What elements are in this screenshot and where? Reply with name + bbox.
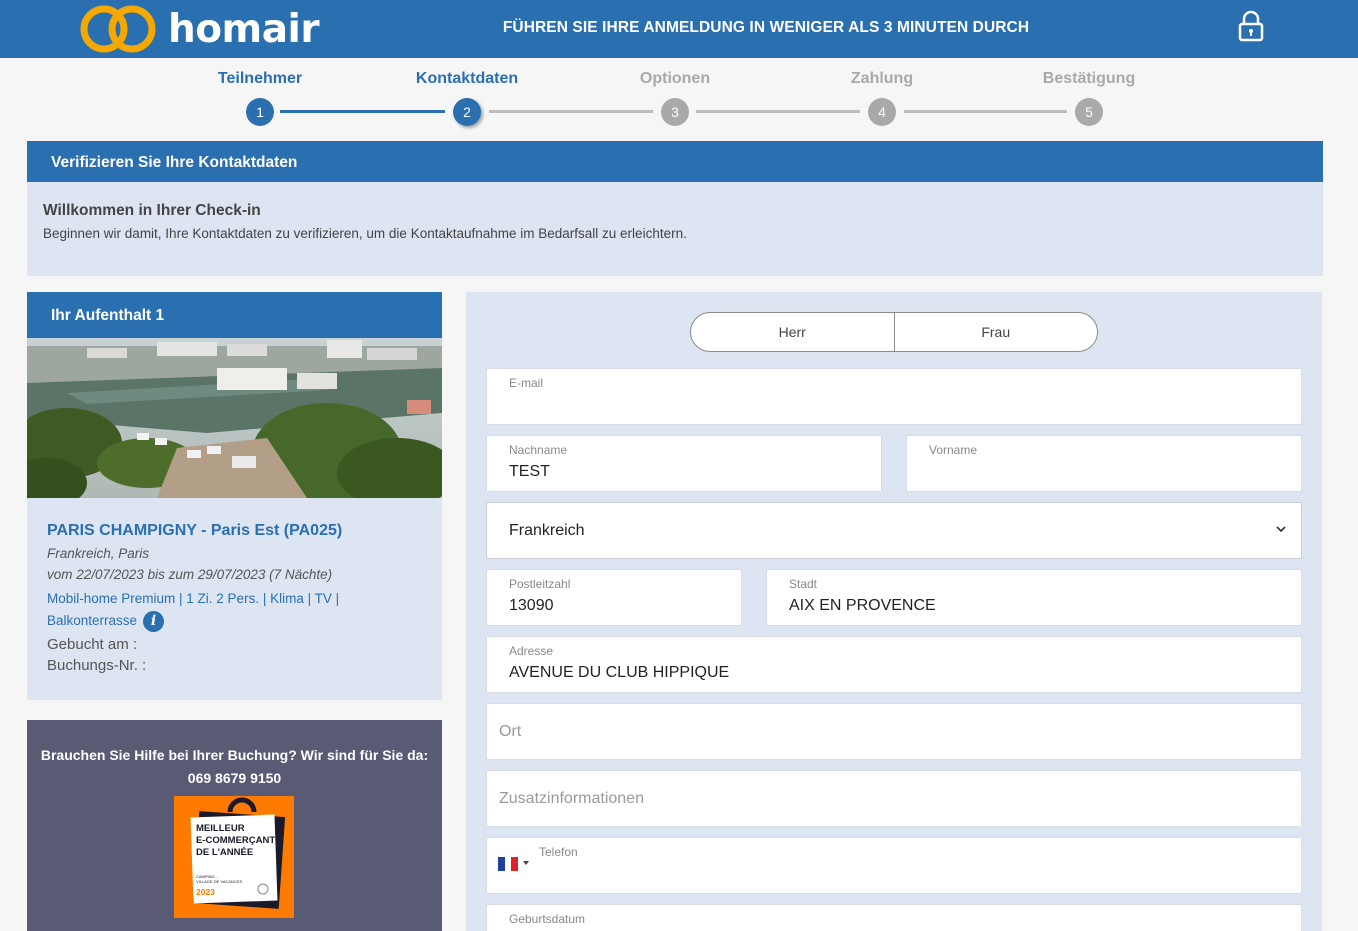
- email-field[interactable]: E-mail: [486, 368, 1302, 425]
- salutation-frau-option[interactable]: Frau: [893, 313, 1098, 351]
- badge-year: 2023: [196, 887, 215, 897]
- award-badge: MEILLEUR E-COMMERÇANT DE L'ANNÉE CAMPING…: [174, 796, 294, 918]
- phone-label: Telefon: [539, 845, 578, 859]
- step-connector: [489, 110, 653, 113]
- info-icon[interactable]: i: [143, 610, 165, 632]
- postcode-value: 13090: [509, 597, 554, 614]
- step-connector: [696, 110, 860, 113]
- salutation-herr-option[interactable]: Herr: [691, 313, 894, 351]
- place-field[interactable]: Ort: [486, 703, 1302, 760]
- step-circle-4: 4: [868, 98, 896, 126]
- city-label: Stadt: [789, 577, 818, 591]
- help-text: Brauchen Sie Hilfe bei Ihrer Buchung? Wi…: [40, 747, 429, 763]
- campsite-location: Frankreich, Paris: [47, 546, 150, 561]
- step-label-optionen: Optionen: [639, 70, 711, 87]
- booked-date-label: Gebucht am :: [47, 636, 138, 653]
- address-field[interactable]: Adresse AVENUE DU CLUB HIPPIQUE: [486, 636, 1302, 693]
- step-circle-3: 3: [661, 98, 689, 126]
- birthdate-label: Geburtsdatum: [509, 912, 586, 926]
- campsite-photo: [27, 338, 442, 498]
- lock-icon: [1238, 10, 1264, 42]
- homair-logo[interactable]: homair: [80, 3, 320, 55]
- brand-name: homair: [168, 6, 320, 52]
- france-flag-icon[interactable]: [498, 857, 519, 871]
- step-circle-2[interactable]: 2: [453, 98, 481, 126]
- accommodation-line: Mobil-home Premium | 1 Zi. 2 Pers. | Kli…: [47, 591, 340, 606]
- welcome-text: Beginnen wir damit, Ihre Kontaktdaten zu…: [43, 226, 687, 241]
- birthdate-field[interactable]: Geburtsdatum: [486, 904, 1302, 931]
- phone-field[interactable]: Telefon: [486, 837, 1302, 894]
- stay-dates: vom 22/07/2023 bis zum 29/07/2023 (7 Näc…: [47, 567, 333, 582]
- header-title: FÜHREN SIE IHRE ANMELDUNG IN WENIGER ALS…: [502, 19, 1030, 36]
- postcode-label: Postleitzahl: [509, 577, 571, 591]
- help-box: Brauchen Sie Hilfe bei Ihrer Buchung? Wi…: [27, 720, 442, 931]
- stay-card-title: Ihr Aufenthalt 1: [27, 292, 442, 338]
- step-circle-5: 5: [1075, 98, 1103, 126]
- homair-logo-icon: [80, 5, 156, 53]
- place-placeholder: Ort: [499, 723, 522, 740]
- lastname-field[interactable]: Nachname TEST: [486, 435, 882, 492]
- country-select[interactable]: Frankreich: [486, 502, 1302, 559]
- badge-text: VILLAGE DE VACANCES: [196, 879, 242, 884]
- booking-number-label: Buchungs-Nr. :: [47, 657, 147, 674]
- accommodation-extra: Balkonterrasse: [47, 613, 138, 628]
- welcome-title: Willkommen in Ihrer Check-in: [43, 202, 261, 219]
- accommodation-details: Mobil-home Premium | 1 Zi. 2 Pers. | Kli…: [47, 588, 422, 632]
- help-phone[interactable]: 069 8679 9150: [27, 767, 442, 790]
- badge-text: E-COMMERÇANT: [196, 835, 275, 846]
- postcode-field[interactable]: Postleitzahl 13090: [486, 569, 742, 626]
- top-header: homair FÜHREN SIE IHRE ANMELDUNG IN WENI…: [0, 0, 1358, 58]
- step-connector: [280, 110, 445, 113]
- email-label: E-mail: [509, 376, 544, 390]
- city-field[interactable]: Stadt AIX EN PROVENCE: [766, 569, 1302, 626]
- step-label-bestaetigung: Bestätigung: [1042, 70, 1136, 87]
- step-label-kontaktdaten[interactable]: Kontaktdaten: [416, 70, 518, 88]
- award-badge-image: MEILLEUR E-COMMERÇANT DE L'ANNÉE CAMPING…: [190, 797, 286, 909]
- salutation-toggle[interactable]: Herr Frau: [690, 312, 1098, 352]
- verify-section-title: Verifizieren Sie Ihre Kontaktdaten: [27, 141, 1323, 182]
- campsite-photo-image: [27, 338, 442, 498]
- firstname-label: Vorname: [929, 443, 978, 457]
- badge-text: DE L'ANNÉE: [196, 847, 253, 858]
- welcome-box: Willkommen in Ihrer Check-in Beginnen wi…: [27, 182, 1323, 276]
- city-value: AIX EN PROVENCE: [789, 597, 936, 614]
- lastname-value: TEST: [509, 463, 550, 480]
- additional-info-placeholder: Zusatzinformationen: [499, 790, 644, 807]
- stay-details: PARIS CHAMPIGNY - Paris Est (PA025) Fran…: [27, 498, 442, 700]
- step-connector: [904, 110, 1067, 113]
- country-value: Frankreich: [509, 522, 585, 539]
- step-label-zahlung: Zahlung: [850, 70, 914, 87]
- step-circle-1[interactable]: 1: [246, 98, 274, 126]
- firstname-field[interactable]: Vorname: [906, 435, 1302, 492]
- caret-down-icon[interactable]: [523, 861, 529, 865]
- chevron-down-icon: [1276, 526, 1286, 533]
- additional-info-field[interactable]: Zusatzinformationen: [486, 770, 1302, 827]
- address-value: AVENUE DU CLUB HIPPIQUE: [509, 664, 730, 681]
- step-label-teilnehmer[interactable]: Teilnehmer: [218, 70, 302, 88]
- accommodation-line: Balkonterrasse i: [47, 610, 422, 632]
- badge-text: MEILLEUR: [196, 823, 245, 834]
- campsite-name[interactable]: PARIS CHAMPIGNY - Paris Est (PA025): [47, 522, 422, 540]
- address-label: Adresse: [509, 644, 554, 658]
- lastname-label: Nachname: [509, 443, 568, 457]
